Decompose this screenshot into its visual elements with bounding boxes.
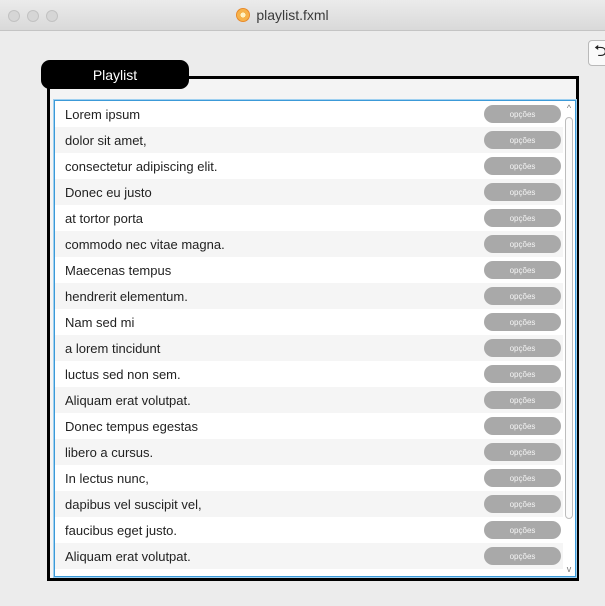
list-item[interactable]: Lorem ipsum opções <box>55 101 563 127</box>
list-item-label: libero a cursus. <box>65 444 154 460</box>
list-item-label: Aliquam erat volutpat. <box>65 548 191 564</box>
options-button[interactable]: opções <box>484 547 561 565</box>
options-button[interactable]: opções <box>484 287 561 305</box>
list-item[interactable]: In lectus nunc, opções <box>55 465 563 491</box>
list-item-label: faucibus eget justo. <box>65 522 178 538</box>
list-item[interactable]: at tortor porta opções <box>55 205 563 231</box>
window-title: playlist.fxml <box>256 7 329 23</box>
list-item-label: at tortor porta <box>65 210 144 226</box>
list-item-label: Donec tempus egestas <box>65 418 198 434</box>
undo-icon: ⮌ <box>594 42 605 60</box>
scroll-down-arrow[interactable]: v <box>563 562 575 576</box>
list-item-label: dolor sit amet, <box>65 132 147 148</box>
options-button[interactable]: opções <box>484 443 561 461</box>
list-item-label: luctus sed non sem. <box>65 366 181 382</box>
list-item[interactable]: Nam sed mi opções <box>55 309 563 335</box>
list-item[interactable]: Donec eu justo opções <box>55 179 563 205</box>
list-item[interactable]: hendrerit elementum. opções <box>55 283 563 309</box>
list-item[interactable]: Aliquam erat volutpat. opções <box>55 543 563 569</box>
playlist-rows: Lorem ipsum opções dolor sit amet, opções co… <box>55 101 563 569</box>
options-button[interactable]: opções <box>484 105 561 123</box>
list-item-label: Aliquam erat volutpat. <box>65 392 191 408</box>
window-title-area: playlist.fxml <box>0 0 605 30</box>
list-item-label: dapibus vel suscipit vel, <box>65 496 202 512</box>
list-item[interactable]: Aliquam erat volutpat. opções <box>55 387 563 413</box>
options-button[interactable]: opções <box>484 157 561 175</box>
options-button[interactable]: opções <box>484 521 561 539</box>
list-item[interactable]: consectetur adipiscing elit. opções <box>55 153 563 179</box>
playlist-list[interactable]: Lorem ipsum opções dolor sit amet, opções co… <box>54 100 576 577</box>
list-item[interactable]: Donec tempus egestas opções <box>55 413 563 439</box>
title-bar: playlist.fxml <box>0 0 605 31</box>
list-item-label: commodo nec vitae magna. <box>65 236 225 252</box>
options-button[interactable]: opções <box>484 495 561 513</box>
undo-button[interactable]: ⮌ <box>588 40 605 66</box>
playlist-panel: Lorem ipsum opções dolor sit amet, opções co… <box>47 76 579 581</box>
list-item-label: a lorem tincidunt <box>65 340 161 356</box>
options-button[interactable]: opções <box>484 339 561 357</box>
options-button[interactable]: opções <box>484 365 561 383</box>
scrollbar[interactable]: ^ v <box>563 101 575 576</box>
options-button[interactable]: opções <box>484 235 561 253</box>
list-item-label: Donec eu justo <box>65 184 152 200</box>
options-button[interactable]: opções <box>484 391 561 409</box>
options-button[interactable]: opções <box>484 469 561 487</box>
list-item-label: hendrerit elementum. <box>65 288 188 304</box>
list-item-label: In lectus nunc, <box>65 470 149 486</box>
list-item-label: consectetur adipiscing elit. <box>65 158 218 174</box>
list-item-label: Nam sed mi <box>65 314 135 330</box>
list-item[interactable]: commodo nec vitae magna. opções <box>55 231 563 257</box>
options-button[interactable]: opções <box>484 183 561 201</box>
list-item[interactable]: libero a cursus. opções <box>55 439 563 465</box>
list-item[interactable]: dapibus vel suscipit vel, opções <box>55 491 563 517</box>
fxml-file-icon <box>236 8 251 22</box>
list-item[interactable]: dolor sit amet, opções <box>55 127 563 153</box>
panel-title: Playlist <box>92 66 138 83</box>
options-button[interactable]: opções <box>484 261 561 279</box>
options-button[interactable]: opções <box>484 131 561 149</box>
list-item[interactable]: luctus sed non sem. opções <box>55 361 563 387</box>
list-item-label: Lorem ipsum <box>65 106 141 122</box>
scroll-up-arrow[interactable]: ^ <box>563 101 575 115</box>
list-item[interactable]: Maecenas tempus opções <box>55 257 563 283</box>
list-item-label: Maecenas tempus <box>65 262 172 278</box>
options-button[interactable]: opções <box>484 417 561 435</box>
scroll-thumb[interactable] <box>565 117 573 519</box>
list-item[interactable]: a lorem tincidunt opções <box>55 335 563 361</box>
options-button[interactable]: opções <box>484 209 561 227</box>
options-button[interactable]: opções <box>484 313 561 331</box>
list-item[interactable]: faucibus eget justo. opções <box>55 517 563 543</box>
playlist-title-tab: Playlist <box>41 60 189 89</box>
